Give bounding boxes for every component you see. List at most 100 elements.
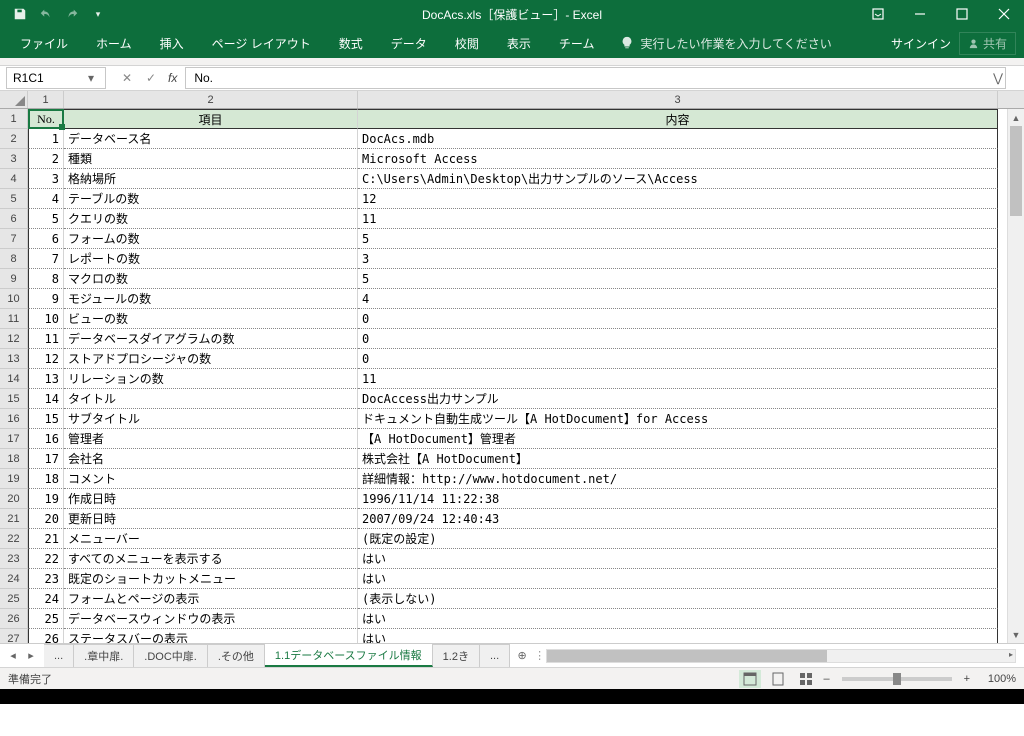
tab-data[interactable]: データ [379,28,439,58]
cell-no[interactable]: 25 [28,609,64,629]
cell-item[interactable]: 管理者 [64,429,358,449]
add-sheet-button[interactable]: ⊕ [510,649,534,662]
tab-home[interactable]: ホーム [84,28,144,58]
cell-item[interactable]: レポートの数 [64,249,358,269]
cell-value[interactable]: 0 [358,349,998,369]
cell-value[interactable]: 3 [358,249,998,269]
cell-no[interactable]: 21 [28,529,64,549]
cell-item[interactable]: フォームとページの表示 [64,589,358,609]
cell-item[interactable]: データベース名 [64,129,358,149]
cell-no[interactable]: 26 [28,629,64,643]
cell-no[interactable]: 8 [28,269,64,289]
cell-no[interactable]: 19 [28,489,64,509]
formula-input[interactable]: No. ⋁ [185,67,1006,89]
page-layout-view-button[interactable] [767,670,789,688]
cell-no[interactable]: 23 [28,569,64,589]
cell-item[interactable]: 作成日時 [64,489,358,509]
cell-no[interactable]: 9 [28,289,64,309]
cell-item[interactable]: サブタイトル [64,409,358,429]
cell-value[interactable]: (既定の設定) [358,529,998,549]
cancel-formula-button[interactable]: ✕ [116,67,138,89]
cell-value[interactable]: 4 [358,289,998,309]
tab-nav-prev[interactable]: ◂ [6,649,20,662]
row-header[interactable]: 25 [0,589,28,609]
row-header[interactable]: 5 [0,189,28,209]
select-all-corner[interactable] [0,91,28,108]
row-header[interactable]: 24 [0,569,28,589]
sheet-tab[interactable]: ... [44,644,74,667]
cell-value[interactable]: 5 [358,229,998,249]
sheet-tab-active[interactable]: 1.1データベースファイル情報 [265,644,433,667]
zoom-thumb[interactable] [893,673,901,685]
cell-value[interactable]: 1996/11/14 11:22:38 [358,489,998,509]
page-break-view-button[interactable] [795,670,817,688]
cell-item[interactable]: 格納場所 [64,169,358,189]
close-button[interactable] [984,0,1024,28]
row-header[interactable]: 26 [0,609,28,629]
tab-view[interactable]: 表示 [495,28,543,58]
tab-page-layout[interactable]: ページ レイアウト [200,28,323,58]
cell-item[interactable]: すべてのメニューを表示する [64,549,358,569]
scrollbar-thumb[interactable] [1010,126,1022,216]
cell-item[interactable]: 会社名 [64,449,358,469]
cell-value[interactable]: 詳細情報：http://www.hotdocument.net/ [358,469,998,489]
row-header[interactable]: 19 [0,469,28,489]
sheet-tab[interactable]: ... [480,644,510,667]
tab-insert[interactable]: 挿入 [148,28,196,58]
header-cell-no[interactable]: No. [28,109,64,129]
cell-value[interactable]: C:\Users\Admin\Desktop\出力サンプルのソース\Access [358,169,998,189]
share-button[interactable]: 共有 [959,32,1016,55]
cell-value[interactable]: 11 [358,369,998,389]
cell-no[interactable]: 14 [28,389,64,409]
tell-me-search[interactable]: 実行したい作業を入力してください [610,35,841,52]
cell-item[interactable]: ビューの数 [64,309,358,329]
row-header[interactable]: 20 [0,489,28,509]
horizontal-scrollbar[interactable]: ◂ ▸ [546,649,1016,663]
cell-value[interactable]: DocAcs.mdb [358,129,998,149]
maximize-button[interactable] [942,0,982,28]
header-cell-item[interactable]: 項目 [64,109,358,129]
cell-value[interactable]: 0 [358,309,998,329]
cell-value[interactable]: はい [358,569,998,589]
enter-formula-button[interactable]: ✓ [140,67,162,89]
normal-view-button[interactable] [739,670,761,688]
cell-value[interactable]: Microsoft Access [358,149,998,169]
cell-value[interactable]: 株式会社【A HotDocument】 [358,449,998,469]
redo-button[interactable] [60,2,84,26]
scroll-up-icon[interactable]: ▲ [1008,109,1024,126]
cell-no[interactable]: 5 [28,209,64,229]
row-header[interactable]: 6 [0,209,28,229]
cell-no[interactable]: 3 [28,169,64,189]
cell-no[interactable]: 17 [28,449,64,469]
cell-no[interactable]: 16 [28,429,64,449]
row-header[interactable]: 3 [0,149,28,169]
header-cell-content[interactable]: 内容 [358,109,998,129]
signin-link[interactable]: サインイン [891,35,951,52]
row-header[interactable]: 22 [0,529,28,549]
row-header[interactable]: 27 [0,629,28,643]
cell-item[interactable]: モジュールの数 [64,289,358,309]
cell-item[interactable]: クエリの数 [64,209,358,229]
cell-value[interactable]: 5 [358,269,998,289]
row-header[interactable]: 16 [0,409,28,429]
cell-item[interactable]: データベースダイアグラムの数 [64,329,358,349]
row-header[interactable]: 10 [0,289,28,309]
cell-no[interactable]: 24 [28,589,64,609]
save-button[interactable] [8,2,32,26]
fx-icon[interactable]: fx [164,71,181,85]
cell-item[interactable]: 更新日時 [64,509,358,529]
cell-no[interactable]: 15 [28,409,64,429]
cell-value[interactable]: 2007/09/24 12:40:43 [358,509,998,529]
cell-item[interactable]: タイトル [64,389,358,409]
cell-item[interactable]: 種類 [64,149,358,169]
cell-item[interactable]: マクロの数 [64,269,358,289]
cell-no[interactable]: 22 [28,549,64,569]
cell-item[interactable]: フォームの数 [64,229,358,249]
row-header[interactable]: 1 [0,109,28,129]
row-header[interactable]: 8 [0,249,28,269]
tab-team[interactable]: チーム [547,28,607,58]
cell-no[interactable]: 4 [28,189,64,209]
cell-no[interactable]: 11 [28,329,64,349]
cell-no[interactable]: 13 [28,369,64,389]
cell-value[interactable]: 12 [358,189,998,209]
